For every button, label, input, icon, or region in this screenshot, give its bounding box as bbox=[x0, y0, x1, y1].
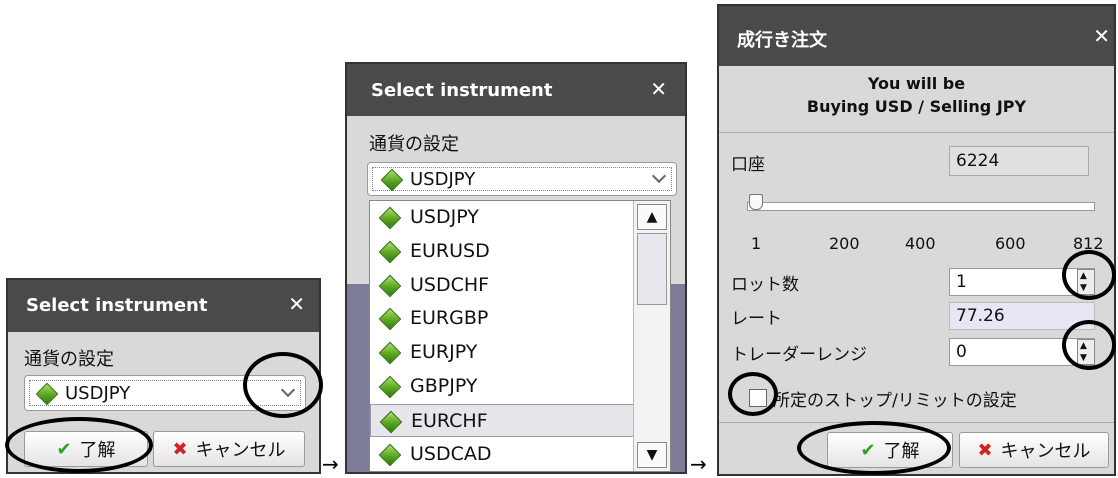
instrument-option-label: EURJPY bbox=[410, 341, 478, 364]
instrument-option[interactable]: USDCAD bbox=[370, 438, 636, 471]
instrument-option-label: EURGBP bbox=[410, 307, 489, 330]
close-icon[interactable]: ✕ bbox=[1093, 24, 1110, 48]
annotation-circle-checkbox bbox=[728, 372, 778, 416]
lot-slider[interactable] bbox=[747, 192, 1095, 222]
instrument-option-label: USDCAD bbox=[410, 442, 492, 465]
divider bbox=[719, 422, 1114, 423]
instrument-option[interactable]: USDJPY bbox=[370, 201, 636, 234]
select-instrument-dialog-expanded: Select instrument ✕ 通貨の設定 USDJPY USDJPY E… bbox=[345, 62, 687, 474]
scroll-up-button[interactable]: ▲ bbox=[637, 204, 667, 230]
slider-tick-label: 600 bbox=[995, 234, 1026, 253]
dialog-title: 成行き注文 bbox=[737, 30, 827, 51]
slider-track bbox=[747, 202, 1095, 211]
slider-tick-label: 200 bbox=[829, 234, 860, 253]
selected-instrument: USDJPY bbox=[410, 169, 476, 190]
instrument-option[interactable]: EURGBP bbox=[370, 302, 636, 335]
market-order-dialog: 成行き注文 ✕ You will be Buying USD / Selling… bbox=[717, 4, 1116, 476]
close-icon[interactable]: ✕ bbox=[650, 77, 667, 101]
dialog-titlebar: 成行き注文 ✕ bbox=[719, 6, 1114, 66]
dialog-title: Select instrument bbox=[26, 295, 208, 316]
instrument-option-label: USDJPY bbox=[410, 206, 479, 228]
annotation-circle-lots-stepper bbox=[1062, 250, 1116, 300]
instrument-option[interactable]: EURJPY bbox=[370, 336, 636, 369]
slider-tick-label: 400 bbox=[905, 234, 936, 253]
dropdown-scrollbar[interactable]: ▲ ▼ bbox=[633, 201, 670, 471]
dialog-titlebar: Select instrument ✕ bbox=[8, 280, 319, 332]
currency-setting-label: 通貨の設定 bbox=[24, 349, 114, 370]
green-diamond-icon bbox=[378, 443, 402, 466]
scroll-thumb[interactable] bbox=[637, 233, 667, 305]
cancel-button[interactable]: ✖ キャンセル bbox=[153, 431, 305, 467]
scroll-down-button[interactable]: ▼ bbox=[637, 442, 667, 468]
annotation-circle-ok bbox=[797, 421, 951, 475]
close-icon[interactable]: ✕ bbox=[288, 292, 305, 316]
order-message-line2: Buying USD / Selling JPY bbox=[806, 97, 1027, 116]
x-icon: ✖ bbox=[172, 438, 188, 460]
green-diamond-icon bbox=[378, 308, 402, 331]
selected-instrument: USDJPY bbox=[65, 383, 131, 404]
green-diamond-icon bbox=[378, 341, 402, 365]
instrument-dropdown-list[interactable]: USDJPY EURUSD USDCHF EURGBP EURJPY GBPJPY EURC… bbox=[369, 200, 671, 472]
stop-limit-label: 所定のストップ/リミットの設定 bbox=[773, 391, 1017, 411]
lots-label: ロット数 bbox=[731, 275, 799, 295]
slider-tick-label: 1 bbox=[751, 234, 762, 253]
cancel-button-label: キャンセル bbox=[195, 440, 286, 461]
cancel-button[interactable]: ✖ キャンセル bbox=[959, 432, 1109, 468]
instrument-option-label: USDCHF bbox=[410, 273, 490, 296]
instrument-option-label: GBPJPY bbox=[410, 375, 478, 397]
dialog-titlebar: Select instrument ✕ bbox=[347, 64, 685, 116]
trader-range-label: トレーダーレンジ bbox=[731, 345, 867, 365]
green-diamond-icon bbox=[378, 240, 402, 264]
instrument-option-label: EURCHF bbox=[411, 409, 488, 432]
green-diamond-icon bbox=[379, 410, 403, 434]
rate-label: レート bbox=[731, 309, 782, 329]
green-diamond-icon bbox=[378, 206, 402, 230]
slider-thumb[interactable] bbox=[749, 194, 763, 210]
currency-setting-label: 通貨の設定 bbox=[369, 134, 459, 155]
instrument-option[interactable]: EURUSD bbox=[370, 235, 636, 268]
cancel-button-label: キャンセル bbox=[1000, 441, 1091, 462]
divider bbox=[719, 132, 1114, 133]
arrow-right-2: → bbox=[690, 452, 707, 476]
instrument-select[interactable]: USDJPY bbox=[367, 162, 677, 196]
x-icon: ✖ bbox=[977, 439, 993, 461]
arrow-right-1: → bbox=[322, 452, 339, 476]
instrument-option-label: EURUSD bbox=[410, 239, 490, 262]
instrument-option[interactable]: EURCHF bbox=[370, 403, 636, 437]
account-label: 口座 bbox=[731, 155, 765, 175]
annotation-circle-range-stepper bbox=[1062, 320, 1116, 370]
instrument-option[interactable]: GBPJPY bbox=[370, 370, 636, 403]
green-diamond-icon bbox=[378, 274, 402, 297]
instrument-option[interactable]: USDCHF bbox=[370, 269, 636, 302]
annotation-circle-dropdown bbox=[243, 352, 323, 418]
annotation-circle-ok bbox=[5, 417, 153, 473]
account-value: 6224 bbox=[949, 146, 1089, 176]
order-message-line1: You will be bbox=[867, 74, 966, 93]
green-diamond-icon bbox=[378, 375, 402, 399]
dialog-title: Select instrument bbox=[371, 80, 553, 101]
